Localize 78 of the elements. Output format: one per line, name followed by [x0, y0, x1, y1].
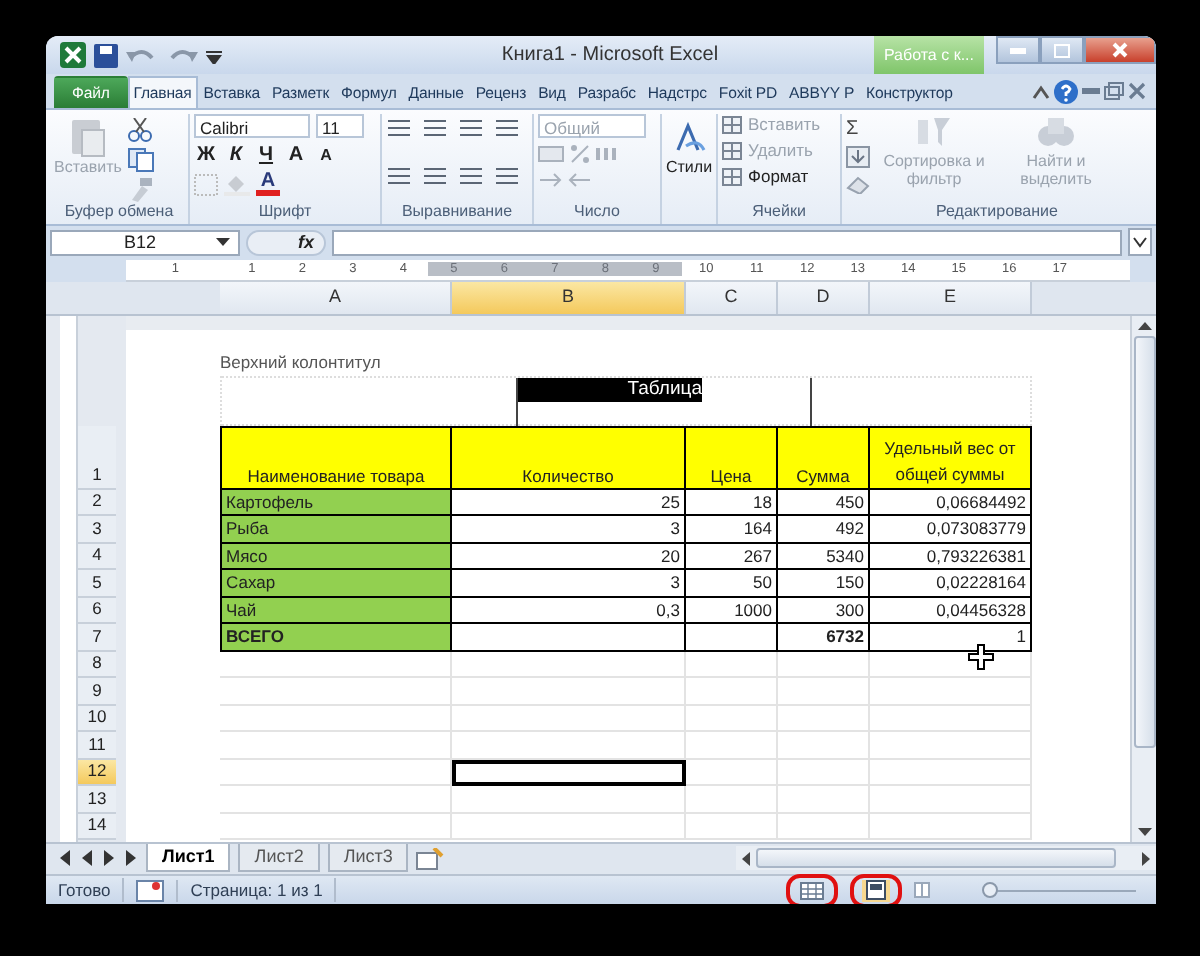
table-header-cell: Сумма	[778, 425, 870, 490]
sheet-tab[interactable]: Лист1	[146, 843, 231, 872]
group-label: Редактирование	[934, 202, 1060, 225]
column-header[interactable]: C	[686, 282, 778, 314]
sheet-tab[interactable]: Лист3	[327, 843, 409, 872]
table-header-cell: Цена	[686, 425, 778, 490]
table-cell: Сахар	[220, 570, 452, 598]
row-header[interactable]: 5	[78, 570, 116, 598]
row-header[interactable]: 9	[78, 678, 116, 706]
row-header[interactable]: 4	[78, 543, 116, 571]
column-header[interactable]: A	[220, 282, 452, 314]
table-cell: 50	[686, 570, 778, 598]
font-style-button[interactable]: Ч	[254, 144, 278, 167]
sheet-tab[interactable]: Лист2	[238, 843, 320, 872]
table-cell: 0,3	[452, 597, 686, 625]
table-cell: 0,073083779	[870, 516, 1032, 544]
row-header[interactable]: 12	[78, 759, 116, 787]
group-label: Число	[571, 202, 622, 225]
row-header[interactable]: 1	[78, 425, 116, 490]
table-header-cell: Удельный вес от общей суммы	[870, 425, 1032, 490]
cells-button[interactable]: Формат	[722, 166, 809, 187]
table-cell: 300	[778, 597, 870, 625]
row-header[interactable]: 14	[78, 813, 116, 841]
table-header-cell: Количество	[452, 425, 686, 490]
shrink-font-button[interactable]: A	[314, 146, 338, 165]
row-header[interactable]: 2	[78, 489, 116, 517]
table-cell: 3	[452, 570, 686, 598]
table-cell: 18	[686, 489, 778, 517]
column-header[interactable]: E	[870, 282, 1032, 314]
table-cell: Мясо	[220, 543, 452, 571]
table-cell: 25	[452, 489, 686, 517]
row-header[interactable]: 6	[78, 597, 116, 625]
table-cell: 492	[778, 516, 870, 544]
table-header-cell: Наименование товара	[220, 425, 452, 490]
table-cell: 0,02228164	[870, 570, 1032, 598]
row-header[interactable]: 3	[78, 516, 116, 544]
table-cell: 450	[778, 489, 870, 517]
font-color-button[interactable]: A	[256, 172, 280, 197]
group-label: Шрифт	[256, 202, 314, 225]
row-header[interactable]: 8	[78, 651, 116, 679]
row-header[interactable]: 11	[78, 732, 116, 760]
table-cell: Чай	[220, 597, 452, 625]
header-text: Таблица	[518, 377, 702, 402]
table-cell: 150	[778, 570, 870, 598]
table-cell: Рыба	[220, 516, 452, 544]
window-title: Книга1 - Microsoft Excel	[499, 44, 721, 66]
font-style-button[interactable]: К	[224, 144, 248, 167]
table-cell: 0,06684492	[870, 489, 1032, 517]
table-cell: 0,793226381	[870, 543, 1032, 571]
context-tab-title: Работа с к...	[873, 36, 984, 74]
page-count-text: Страница: 1 из 1	[178, 878, 337, 903]
status-text: Готово	[46, 878, 125, 903]
row-header[interactable]: 10	[78, 705, 116, 733]
name-box[interactable]: B12	[50, 229, 240, 256]
font-style-button[interactable]: Ж	[194, 144, 218, 167]
font-name-dropdown[interactable]: Calibri	[194, 114, 310, 139]
table-cell: 3	[452, 516, 686, 544]
table-cell: 20	[452, 543, 686, 571]
group-label: Выравнивание	[399, 202, 515, 225]
table-cell: ВСЕГО	[220, 624, 452, 652]
table-cell: 1000	[686, 597, 778, 625]
column-header[interactable]: B	[452, 282, 686, 314]
table-cell: 6732	[778, 624, 870, 652]
styles-button[interactable]: Стили	[666, 114, 712, 177]
table-cell: 0,04456328	[870, 597, 1032, 625]
row-header[interactable]: 13	[78, 786, 116, 814]
group-label: Ячейки	[750, 202, 808, 225]
table-cell: 5340	[778, 543, 870, 571]
row-header[interactable]: 7	[78, 624, 116, 652]
table-cell: 164	[686, 516, 778, 544]
group-label: Буфер обмена	[62, 202, 176, 225]
font-size-dropdown[interactable]: 11	[316, 114, 364, 139]
column-header[interactable]: D	[778, 282, 870, 314]
header-label: Верхний колонтитул	[220, 349, 383, 376]
insert-function-button[interactable]: fx	[246, 229, 326, 256]
table-cell: 267	[686, 543, 778, 571]
table-cell: Картофель	[220, 489, 452, 517]
grow-font-button[interactable]: A	[284, 144, 308, 167]
